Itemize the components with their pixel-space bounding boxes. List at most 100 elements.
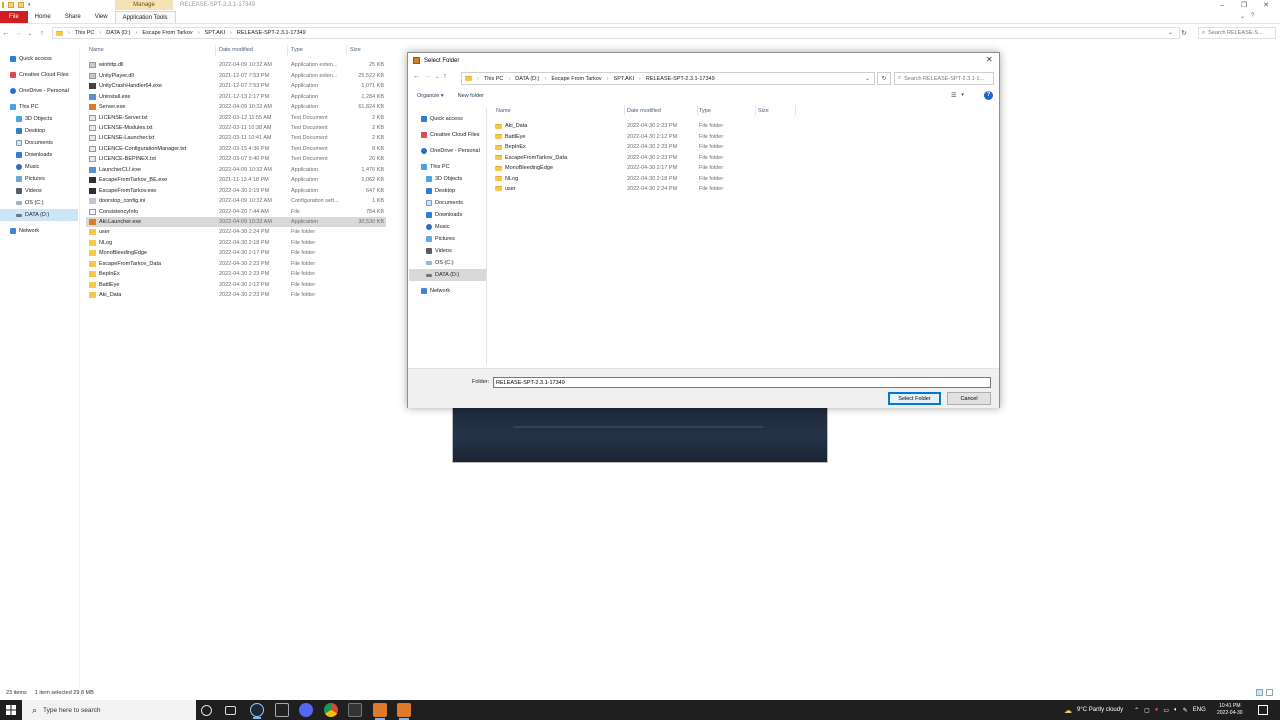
nav-item-videos[interactable]: Videos <box>16 185 42 197</box>
nav-item-downloads[interactable]: Downloads <box>16 149 52 161</box>
table-row[interactable]: LICENCE-ConfigurationManager.txt 2022-03-… <box>86 144 386 155</box>
breadcrumb-item[interactable]: SPT.AKI <box>614 76 634 82</box>
tarkov-icon[interactable] <box>348 703 362 717</box>
nav-item-quick-access[interactable]: Quick access <box>10 53 52 65</box>
tab-application-tools[interactable]: Application Tools <box>114 11 176 23</box>
nav-item-desktop[interactable]: Desktop <box>426 185 455 197</box>
column-header-date[interactable]: Date modified <box>219 47 253 53</box>
discord-icon[interactable] <box>299 703 313 717</box>
minimize-button[interactable]: – <box>1212 1 1232 10</box>
dialog-search-box[interactable]: ⌕ Search RELEASE-SPT-2.3.1-1... <box>894 72 994 85</box>
table-row[interactable]: UnityPlayer.dll 2021-12-07 7:53 PM Applica… <box>86 70 386 81</box>
nav-item-downloads[interactable]: Downloads <box>426 209 462 221</box>
nav-item-3d-objects[interactable]: 3D Objects <box>426 173 462 185</box>
table-row[interactable]: Uninstall.exe 2021-12-13 2:17 PM Applicati… <box>86 91 386 102</box>
select-folder-button[interactable]: Select Folder <box>888 392 941 405</box>
column-divider[interactable] <box>215 45 216 56</box>
table-row[interactable]: winhttp.dll 2022-04-09 10:32 AM Applicatio… <box>86 60 386 71</box>
task-view-icon[interactable] <box>225 705 236 715</box>
column-divider[interactable] <box>795 105 796 115</box>
recent-locations-icon[interactable]: ⌄ <box>24 31 36 37</box>
help-icon[interactable]: ? <box>1251 13 1254 20</box>
breadcrumb-item[interactable]: RELEASE-SPT-2.3.1-17349 <box>237 30 306 36</box>
breadcrumb-item[interactable]: Escape From Tarkov <box>551 76 601 82</box>
language-indicator[interactable]: ENG <box>1193 707 1206 713</box>
forward-arrow-icon[interactable]: → <box>12 30 24 37</box>
tab-share[interactable]: Share <box>58 11 88 23</box>
close-icon[interactable]: ✕ <box>986 55 993 64</box>
pen-icon[interactable]: ✎ <box>1183 707 1188 714</box>
table-row[interactable]: BattlEye 2022-04-30 2:12 PM File folder <box>86 279 386 290</box>
breadcrumb-item[interactable]: Escape From Tarkov <box>142 30 192 36</box>
breadcrumb-item[interactable]: DATA (D:) <box>515 76 539 82</box>
chevron-down-icon[interactable]: ▾ <box>961 92 964 99</box>
large-icons-view-icon[interactable] <box>1266 689 1273 696</box>
nav-item-network[interactable]: Network <box>10 225 39 237</box>
steam-icon[interactable] <box>250 703 264 719</box>
nav-item-videos[interactable]: Videos <box>426 245 452 257</box>
list-item[interactable]: EscapeFromTarkov_Data 2022-04-30 2:23 PM F… <box>495 152 795 163</box>
close-button[interactable]: ✕ <box>1256 1 1276 10</box>
table-row[interactable]: ConsistencyInfo 2022-04-20 7:44 AM File 784… <box>86 206 386 217</box>
up-arrow-icon[interactable]: ↑ <box>36 30 48 37</box>
cortana-icon[interactable] <box>201 704 212 716</box>
list-item[interactable]: BepInEx 2022-04-30 2:23 PM File folder <box>495 142 795 153</box>
table-row[interactable]: LauncherCLI.exe 2022-04-09 10:32 AM Applic… <box>86 165 386 176</box>
launcher-icon[interactable] <box>397 703 411 720</box>
list-item[interactable]: Aki_Data 2022-04-30 2:23 PM File folder <box>495 121 795 132</box>
nav-item-this-pc[interactable]: This PC <box>10 101 39 113</box>
table-row[interactable]: LICENCE-BEPINEX.txt 2022-03-07 9:40 PM Tex… <box>86 154 386 165</box>
clock[interactable]: 10:41 PM 2022-04-30 <box>1217 703 1243 717</box>
table-row[interactable]: LICENSE-Modules.txt 2022-03-11 10:38 AM Te… <box>86 123 386 134</box>
tab-file[interactable]: File <box>0 11 28 23</box>
list-item[interactable]: NLog 2022-04-30 2:18 PM File folder <box>495 173 795 184</box>
help-icon[interactable]: ? <box>984 91 993 100</box>
weather-icon[interactable]: ☁ <box>1064 706 1072 715</box>
forward-arrow-icon[interactable]: → <box>424 73 431 80</box>
column-header-type[interactable]: Type <box>699 108 711 114</box>
recent-locations-icon[interactable]: ⌄ <box>435 74 439 80</box>
table-row[interactable]: EscapeFromTarkov_Data 2022-04-30 2:23 PM F… <box>86 259 386 270</box>
manage-contextual-tab[interactable]: Manage <box>115 0 173 10</box>
nav-item-network[interactable]: Network <box>421 285 450 297</box>
breadcrumb-item[interactable]: DATA (D:) <box>106 30 130 36</box>
tray-app-icon[interactable]: ▢ <box>1144 707 1150 714</box>
notification-icon[interactable] <box>1258 705 1268 715</box>
column-header-name[interactable]: Name <box>496 108 511 114</box>
table-row[interactable]: LICENSE-Launcher.txt 2022-03-11 10:41 AM T… <box>86 133 386 144</box>
save-icon[interactable] <box>2 2 4 8</box>
network-icon[interactable]: ▭ <box>1163 707 1169 714</box>
volume-icon[interactable]: 🔈︎ <box>1174 707 1178 714</box>
refresh-icon[interactable]: ↻ <box>1181 29 1187 37</box>
launcher-icon[interactable] <box>373 703 387 720</box>
column-header-size[interactable]: Size <box>758 108 769 114</box>
breadcrumb-item[interactable]: This PC <box>484 76 504 82</box>
table-row[interactable]: Aki.Launcher.exe 2022-04-09 10:32 AM Appli… <box>86 216 386 228</box>
column-header-size[interactable]: Size <box>350 47 361 53</box>
table-row[interactable]: NLog 2022-04-30 2:18 PM File folder <box>86 238 386 249</box>
terminal-icon[interactable] <box>275 703 289 717</box>
nav-item-pictures[interactable]: Pictures <box>426 233 455 245</box>
table-row[interactable]: Server.exe 2022-04-09 10:32 AM Application… <box>86 102 386 113</box>
table-row[interactable]: MonoBleedingEdge 2022-04-30 2:17 PM File f… <box>86 248 386 259</box>
chrome-icon[interactable] <box>324 703 338 717</box>
nav-item-documents[interactable]: Documents <box>16 137 53 149</box>
search-box[interactable]: ⌕ Search RELEASE-S... <box>1198 27 1276 39</box>
refresh-icon[interactable]: ↻ <box>877 72 891 85</box>
chevron-down-icon[interactable]: ⌄ <box>1168 29 1173 36</box>
chevron-down-icon[interactable]: ▾ <box>28 2 31 8</box>
column-divider[interactable] <box>755 105 756 115</box>
new-folder-icon[interactable] <box>18 2 24 8</box>
tab-view[interactable]: View <box>88 11 115 23</box>
nav-item-this-pc[interactable]: This PC <box>421 161 450 173</box>
dialog-address-bar[interactable]: › This PC › DATA (D:) › Escape From Tark… <box>461 72 875 85</box>
nav-item-quick-access[interactable]: Quick access <box>421 113 463 125</box>
nav-item-data-d[interactable]: DATA (D:) <box>409 269 486 281</box>
nav-item-creative-cloud[interactable]: Creative Cloud Files <box>421 129 480 141</box>
chevron-up-icon[interactable]: ⌃ <box>1134 707 1139 714</box>
list-item[interactable]: user 2022-04-30 2:24 PM File folder <box>495 184 795 195</box>
back-arrow-icon[interactable]: ← <box>0 30 12 37</box>
table-row[interactable]: EscapeFromTarkov.exe 2022-04-30 2:19 PM Ap… <box>86 185 386 196</box>
back-arrow-icon[interactable]: ← <box>413 73 420 80</box>
nav-item-pictures[interactable]: Pictures <box>16 173 45 185</box>
